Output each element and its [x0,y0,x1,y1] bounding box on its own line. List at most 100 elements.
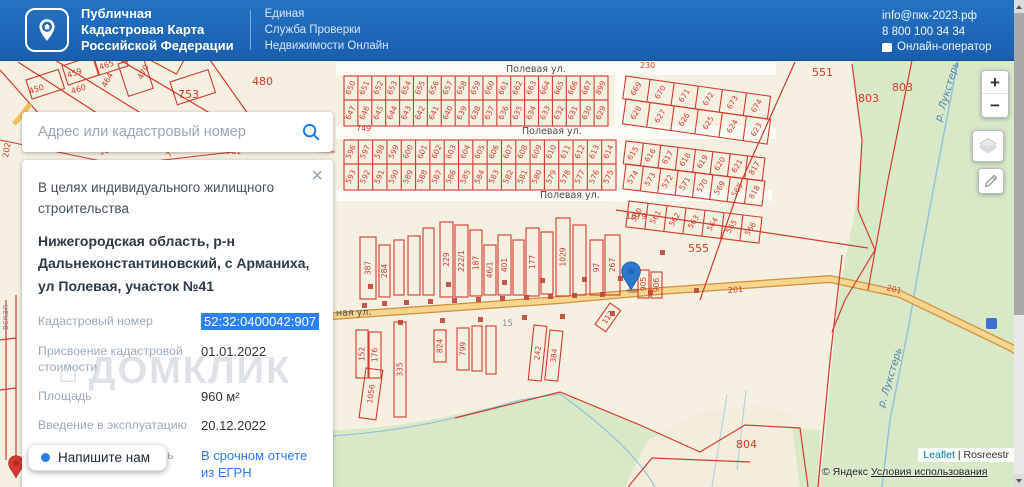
contact-email[interactable]: info@пкк-2023.рф [882,9,992,25]
parcel-number: 905 [639,277,648,292]
building [524,295,529,300]
panel-row: Площадь 960 м² [38,388,317,406]
building [428,299,433,304]
info-panel: × В целях индивидуального жилищного стро… [22,160,333,487]
panel-row: Кадастровый номер 52:32:0400042:907 [38,313,320,331]
parcel-number: 267 [608,258,617,273]
online-operator-button[interactable]: Онлайн-оператор [882,40,992,56]
row-label: Введение в эксплуатацию [38,418,187,433]
close-icon[interactable]: × [311,166,323,186]
parcel-number: 384 [549,348,559,363]
building [648,290,653,295]
header-divider [249,10,251,50]
building [600,292,605,297]
building [478,317,483,322]
search-input[interactable] [36,123,301,141]
building [368,284,373,289]
contact-phone[interactable]: 8 800 100 34 34 [882,25,992,41]
building [440,318,445,323]
building [398,320,403,325]
parcel-number: 1029 [559,247,568,266]
search-icon[interactable] [301,122,321,142]
parcel-number: 177 [528,255,537,270]
zoom-out-button[interactable]: − [982,94,1008,117]
parcel-number: 824 [436,339,445,354]
row-value: 960 м² [201,388,240,404]
parcel-number: 187 [472,256,481,271]
parcel-address: Нижегородская область, р-н Дальнеконстан… [38,232,310,294]
building [694,288,699,293]
parcel-number: 401 [500,258,509,273]
street-label: Полевая ул. [506,64,566,75]
layers-button[interactable] [972,130,1004,162]
row-value[interactable]: В срочном отчете из ЕГРН [201,447,317,482]
parcel-number: 229 [442,252,451,267]
scroll-up-icon[interactable] [1014,0,1024,13]
building [660,250,665,255]
building [500,296,505,301]
land-purpose: В целях индивидуального жилищного строит… [38,180,275,216]
app-header: Публичная Кадастровая Карта Российской Ф… [0,0,1024,61]
app-logo-icon[interactable] [25,8,69,52]
chat-button[interactable]: Напишите нам [28,444,168,471]
map-label: 15 [502,319,513,329]
building [582,277,587,282]
row-value: 52:32:0400042:907 [201,313,320,331]
building [404,300,409,305]
zoom-in-button[interactable]: + [982,71,1008,94]
panel-row: Введение в эксплуатацию 20.12.2022 [38,417,317,435]
zoom-control: + − [981,70,1009,118]
map-label: 201 [728,285,744,295]
parcel-number: 176 [371,348,380,363]
search-box [22,112,333,152]
road-sign-icon [986,318,997,329]
parcel-number: 906 [652,278,661,293]
street-label: Полевая ул. [522,126,582,137]
parcel-number: 97 [592,263,601,273]
map-label: 804 [736,438,757,451]
pencil-icon [984,174,998,188]
map-label: 551 [812,66,833,79]
pkk-app: 650 651 652 653 654 655 656 657 658 659 660 661 662 6… [0,0,1024,487]
building [382,301,387,306]
map-label: вская [1,305,11,330]
building [540,278,545,283]
scroll-down-icon[interactable] [1014,474,1024,487]
parcel-number: 284 [380,264,389,279]
map-label: 749 [356,124,371,133]
map-label: 753 [178,88,199,101]
scrollbar[interactable] [1014,0,1024,487]
map-label: 480 [252,75,273,88]
online-dot-icon [41,453,50,462]
building [522,315,527,320]
yandex-attribution: © Яндекс Условия использования [822,466,988,478]
chat-icon [882,43,892,53]
parcel-number: 46/1 [486,261,495,278]
row-value: 01.01.2022 [201,343,267,359]
parcel-number: 222/1 [457,250,466,272]
header-contact-block: info@пкк-2023.рф 8 800 100 34 34 Онлайн-… [882,9,992,56]
rosreestr-label: Rosreestr [963,449,1009,461]
measure-button[interactable] [978,168,1004,194]
row-label: Кадастровый номер [38,314,153,329]
scrollbar-thumb[interactable] [1014,13,1024,315]
leaflet-attribution: Leaflet | Rosreestr [918,448,1014,462]
building [476,297,481,302]
row-value: 20.12.2022 [201,418,267,434]
parcel-number: 799 [459,342,468,357]
leaflet-link[interactable]: Leaflet [923,449,955,461]
map-label: 230 [640,61,655,70]
building [618,276,623,281]
building [572,293,577,298]
parcel-number: 152 [358,347,367,362]
building [502,280,507,285]
building [548,294,553,299]
parcel-number: 335 [396,362,405,377]
building [560,314,565,319]
building [446,282,451,287]
terms-link[interactable]: Условия использования [871,466,988,478]
map-label: 1679 [626,212,646,221]
parcel-number: 387 [364,261,373,276]
map-label: 803 [858,92,879,105]
parcel-number: 242 [532,345,542,360]
